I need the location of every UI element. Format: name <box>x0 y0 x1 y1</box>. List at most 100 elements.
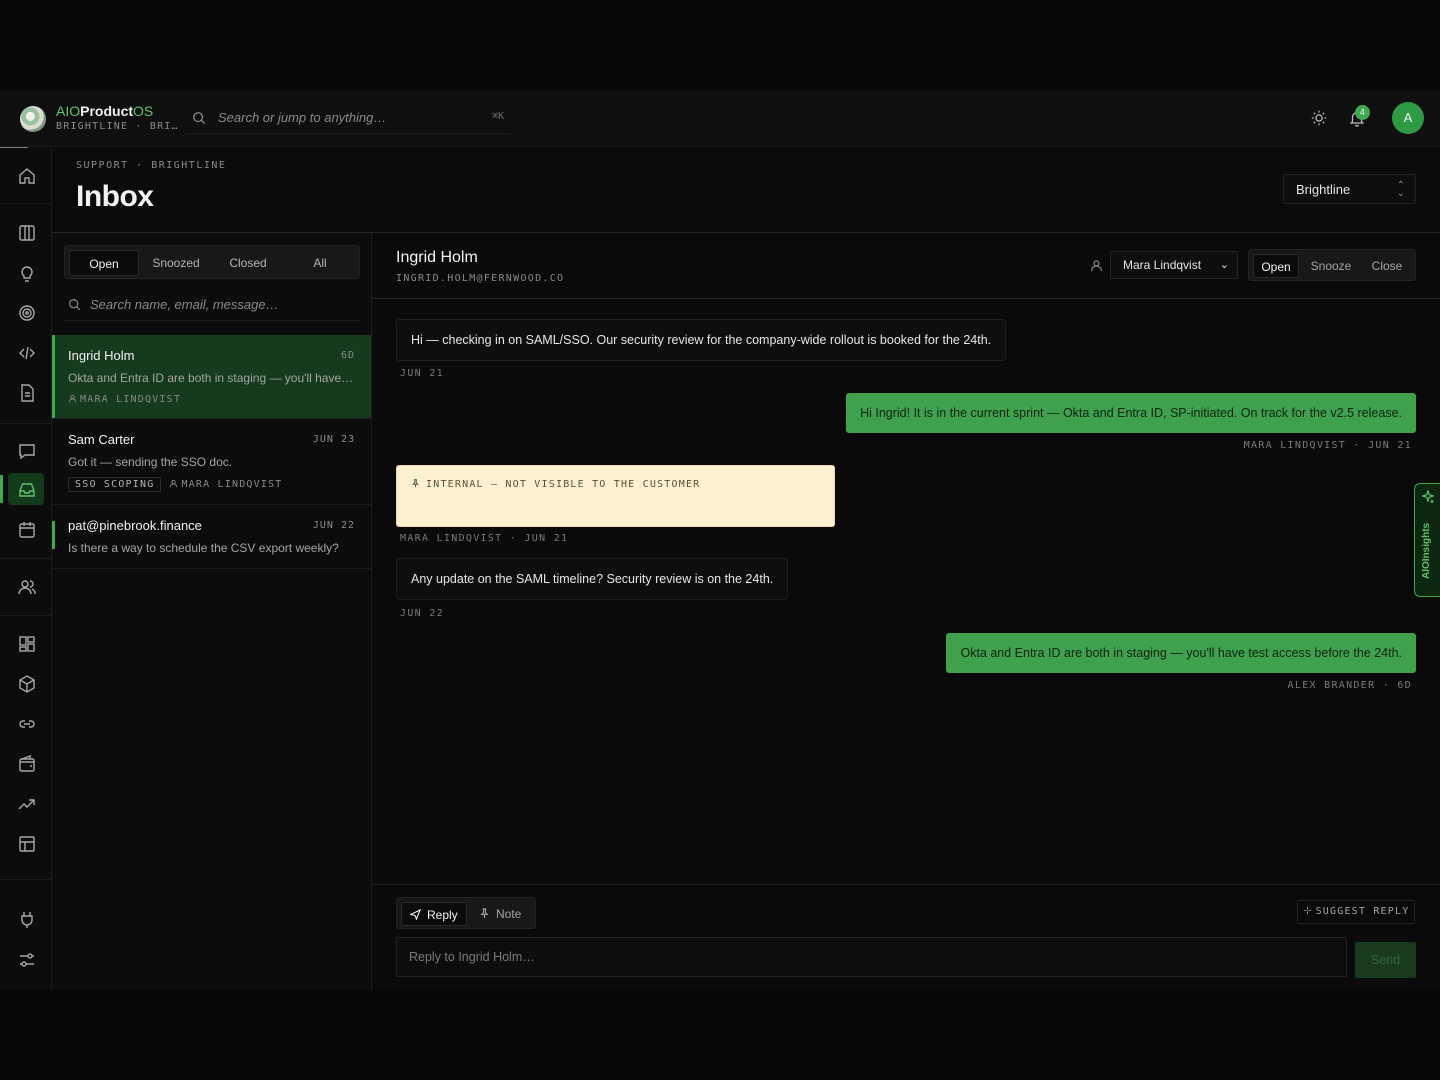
workspace-select[interactable]: Brightline ⌃ ⌄ <box>1283 174 1416 204</box>
message-meta: JUN 21 <box>400 368 444 379</box>
rail-divider <box>0 879 52 880</box>
user-avatar[interactable]: A <box>1392 102 1424 134</box>
suggest-reply-label: SUGGEST REPLY <box>1315 906 1410 917</box>
rail-divider <box>0 423 52 424</box>
search-shortcut: ⌘K <box>491 111 504 122</box>
conversation-assignee: MARA LINDQVIST <box>68 394 181 405</box>
rail-top-marker <box>0 147 28 148</box>
app-logo-icon[interactable] <box>20 106 46 132</box>
conversation-name: Sam Carter <box>68 432 135 447</box>
lightbulb-icon[interactable] <box>17 263 37 283</box>
chat-bubble-icon[interactable] <box>17 441 37 461</box>
status-open-button[interactable]: Open <box>1253 254 1299 278</box>
target-icon[interactable] <box>17 303 37 323</box>
conversation-time: 6D <box>340 350 355 361</box>
brand-name: AIOProductOS <box>56 103 153 119</box>
message-meta: MARA LINDQVIST · JUN 21 <box>400 533 569 544</box>
settings-sliders-icon[interactable] <box>17 950 37 970</box>
global-search[interactable]: Search or jump to anything… ⌘K <box>186 102 510 134</box>
status-filter-tabs: Open Snoozed Closed All <box>64 245 360 279</box>
rail-divider <box>0 615 52 616</box>
conversation-snippet: Got it — sending the SSO doc. <box>68 455 233 469</box>
tab-all[interactable]: All <box>285 250 355 276</box>
package-cube-icon[interactable] <box>17 674 37 694</box>
app-window: AIOProductOS BRIGHTLINE · BRI… Search or… <box>0 90 1440 990</box>
message-bubble-outgoing: Hi Ingrid! It is in the current sprint —… <box>846 393 1416 433</box>
conversation-search-input[interactable]: Search name, email, message… <box>64 289 360 321</box>
note-mode-button[interactable]: Note <box>473 902 533 926</box>
brand-part-os: OS <box>133 103 154 119</box>
dashboard-grid-icon[interactable] <box>17 634 37 654</box>
pin-icon <box>412 479 419 488</box>
thread-header-divider <box>372 298 1440 299</box>
reply-placeholder: Reply to Ingrid Holm… <box>409 950 535 964</box>
conversation-name: Ingrid Holm <box>68 348 135 363</box>
message-meta: MARA LINDQVIST · JUN 21 <box>1243 440 1412 451</box>
conversation-search-placeholder: Search name, email, message… <box>90 297 279 312</box>
plug-icon[interactable] <box>17 910 37 930</box>
unread-indicator <box>52 521 55 549</box>
message-bubble-incoming: Any update on the SAML timeline? Securit… <box>396 558 789 600</box>
reply-mode-label: Reply <box>427 908 458 922</box>
suggest-reply-button[interactable]: SUGGEST REPLY <box>1297 900 1415 924</box>
users-icon[interactable] <box>17 577 37 597</box>
tab-closed[interactable]: Closed <box>213 250 283 276</box>
person-icon <box>68 394 77 403</box>
conversation-time: JUN 23 <box>312 434 355 445</box>
conversation-list-panel: Open Snoozed Closed All Search name, ema… <box>52 233 372 990</box>
note-mode-label: Note <box>496 907 522 921</box>
send-button[interactable]: Send <box>1355 942 1416 978</box>
conversation-item[interactable]: Sam Carter JUN 23 Got it — sending the S… <box>52 419 371 505</box>
status-close-button[interactable]: Close <box>1361 254 1413 278</box>
conversation-item[interactable]: Ingrid Holm 6D Okta and Entra ID are bot… <box>52 335 371 419</box>
sparkle-icon <box>1303 906 1311 915</box>
tab-open[interactable]: Open <box>69 250 139 276</box>
workspace-select-value: Brightline <box>1296 182 1351 197</box>
trending-up-icon[interactable] <box>17 794 37 814</box>
table-icon[interactable] <box>17 834 37 854</box>
conversation-item[interactable]: pat@pinebrook.finance JUN 22 Is there a … <box>52 505 371 569</box>
tab-snoozed[interactable]: Snoozed <box>141 250 211 276</box>
person-icon <box>170 479 178 488</box>
theme-toggle-sun-icon[interactable] <box>1310 109 1328 127</box>
message-bubble-outgoing: Okta and Entra ID are both in staging — … <box>946 633 1416 673</box>
page-title: Inbox <box>76 180 154 213</box>
rail-divider <box>0 558 52 559</box>
nav-rail <box>0 147 52 990</box>
reply-mode-button[interactable]: Reply <box>401 902 467 926</box>
reply-textarea[interactable]: Reply to Ingrid Holm… <box>396 937 1347 977</box>
assignee-select-value: Mara Lindqvist <box>1123 258 1202 272</box>
search-icon <box>193 112 206 125</box>
composer-divider <box>372 884 1440 885</box>
composer-mode-tabs: Reply Note <box>396 897 536 929</box>
wallet-icon[interactable] <box>17 754 37 774</box>
ai-insights-label: AIOInsights <box>1421 522 1432 579</box>
assignee-select[interactable]: Mara Lindqvist ⌄ <box>1110 251 1238 279</box>
brand-part-aio: AIO <box>56 103 81 119</box>
top-bar: AIOProductOS BRIGHTLINE · BRI… Search or… <box>0 90 1440 147</box>
rail-divider <box>0 203 52 204</box>
conversation-time: JUN 22 <box>312 520 355 531</box>
conversation-thread: Ingrid Holm INGRID.HOLM@FERNWOOD.CO Mara… <box>372 233 1440 990</box>
message-bubble-incoming: Hi — checking in on SAML/SSO. Our securi… <box>396 319 1007 361</box>
home-icon[interactable] <box>17 166 37 186</box>
code-icon[interactable] <box>17 343 37 363</box>
brand-part-product: Product <box>80 103 134 119</box>
contact-email: INGRID.HOLM@FERNWOOD.CO <box>396 273 565 284</box>
send-plane-icon <box>409 908 422 921</box>
conversation-meta: SSO SCOPING MARA LINDQVIST <box>68 477 283 492</box>
board-columns-icon[interactable] <box>17 223 37 243</box>
chevron-down-icon: ⌄ <box>1219 259 1229 271</box>
workspace-switcher[interactable]: BRIGHTLINE · BRI… <box>56 121 179 132</box>
ai-insights-tab[interactable]: AIOInsights <box>1414 483 1440 597</box>
inbox-icon[interactable] <box>17 480 37 500</box>
conversation-assignee-name: MARA LINDQVIST <box>80 394 182 405</box>
status-snooze-button[interactable]: Snooze <box>1303 254 1359 278</box>
calendar-icon[interactable] <box>17 520 37 540</box>
conversation-snippet: Is there a way to schedule the CSV expor… <box>68 541 339 555</box>
internal-note-bubble: INTERNAL — NOT VISIBLE TO THE CUSTOMER <box>396 465 835 527</box>
link-icon[interactable] <box>17 714 37 734</box>
message-meta: ALEX BRANDER · 6D <box>1287 680 1412 691</box>
search-icon <box>69 299 81 311</box>
document-icon[interactable] <box>17 383 37 403</box>
